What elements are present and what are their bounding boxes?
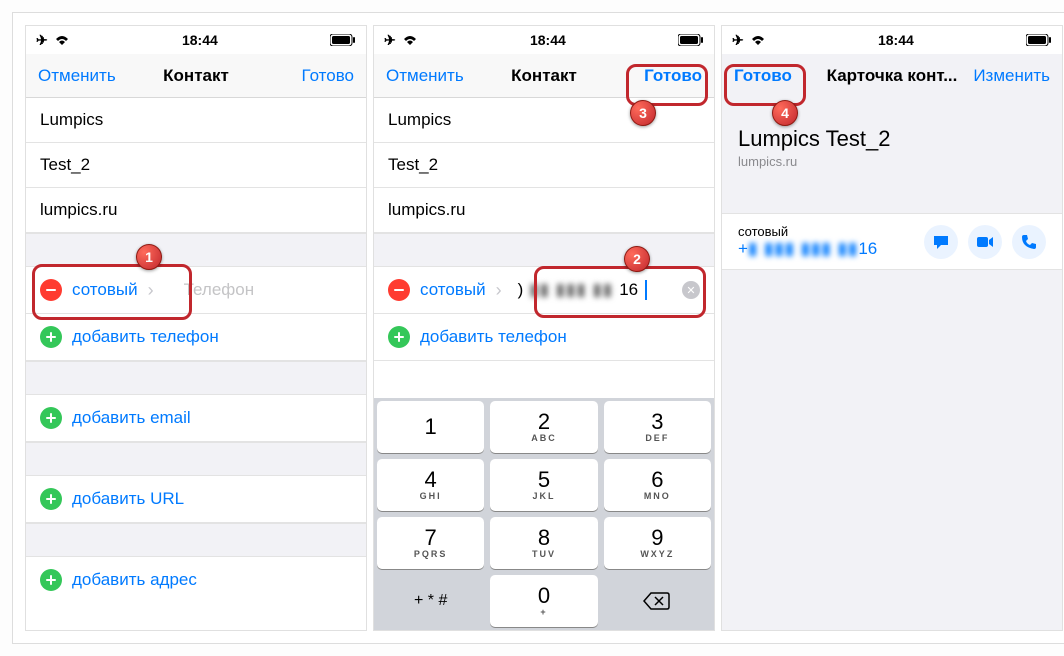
cancel-button[interactable]: Отменить	[38, 66, 128, 86]
key-7[interactable]: 7PQRS	[377, 517, 484, 569]
key-9[interactable]: 9WXYZ	[604, 517, 711, 569]
screen-1: ✈ 18:44 Отменить Контакт Готово Lumpics …	[25, 25, 367, 631]
add-icon[interactable]	[388, 326, 410, 348]
wifi-icon	[750, 34, 766, 46]
company-field[interactable]: lumpics.ru	[26, 188, 366, 233]
contact-company: lumpics.ru	[738, 154, 1046, 169]
last-name-field[interactable]: Test_2	[26, 143, 366, 188]
battery-icon	[330, 34, 356, 46]
clock: 18:44	[878, 32, 914, 48]
key-2[interactable]: 2ABC	[490, 401, 597, 453]
status-bar: ✈ 18:44	[26, 26, 366, 54]
first-name-field[interactable]: Lumpics	[26, 98, 366, 143]
screen-3: ✈ 18:44 Готово Карточка конт... Изменить…	[721, 25, 1063, 631]
add-icon[interactable]	[40, 407, 62, 429]
nav-bar: Отменить Контакт Готово	[26, 54, 366, 98]
call-button[interactable]	[1012, 225, 1046, 259]
last-name-field[interactable]: Test_2	[374, 143, 714, 188]
video-button[interactable]	[968, 225, 1002, 259]
annotation-badge-2: 2	[624, 246, 650, 272]
remove-icon[interactable]	[388, 279, 410, 301]
add-icon[interactable]	[40, 326, 62, 348]
annotation-badge-3: 3	[630, 100, 656, 126]
clock: 18:44	[182, 32, 218, 48]
wifi-icon	[54, 34, 70, 46]
phone-label[interactable]: сотовый	[72, 280, 138, 300]
airplane-icon: ✈	[732, 32, 744, 49]
add-email-row[interactable]: добавить email	[26, 395, 366, 442]
add-phone-row[interactable]: добавить телефон	[26, 314, 366, 361]
phone-input[interactable]: ) ▮▮ ▮▮▮ ▮▮ 16	[518, 280, 648, 300]
phone-type-row[interactable]: сотовый › Телефон	[26, 267, 366, 314]
key-4[interactable]: 4GHI	[377, 459, 484, 511]
remove-icon[interactable]	[40, 279, 62, 301]
clock: 18:44	[530, 32, 566, 48]
page-title: Контакт	[476, 66, 612, 86]
key-symbols[interactable]: + * #	[377, 575, 484, 627]
page-title: Контакт	[128, 66, 264, 86]
battery-icon	[1026, 34, 1052, 46]
add-url-row[interactable]: добавить URL	[26, 476, 366, 523]
screen-2: ✈ 18:44 Отменить Контакт Готово Lumpics …	[373, 25, 715, 631]
message-button[interactable]	[924, 225, 958, 259]
cancel-button[interactable]: Отменить	[386, 66, 476, 86]
phone-placeholder[interactable]: Телефон	[184, 280, 255, 300]
key-1[interactable]: 1	[377, 401, 484, 453]
key-0[interactable]: 0+	[490, 575, 597, 627]
done-button[interactable]: Готово	[612, 66, 702, 86]
phone-type-row[interactable]: сотовый › ) ▮▮ ▮▮▮ ▮▮ 16 ✕	[374, 267, 714, 314]
nav-bar: Отменить Контакт Готово	[374, 54, 714, 98]
phone-label[interactable]: сотовый	[420, 280, 486, 300]
key-8[interactable]: 8TUV	[490, 517, 597, 569]
chevron-right-icon: ›	[496, 280, 502, 301]
key-3[interactable]: 3DEF	[604, 401, 711, 453]
backspace-icon	[643, 591, 671, 611]
status-bar: ✈ 18:44	[374, 26, 714, 54]
numeric-keypad: 1 2ABC 3DEF 4GHI 5JKL 6MNO 7PQRS 8TUV 9W…	[374, 398, 714, 630]
battery-icon	[678, 34, 704, 46]
chevron-right-icon: ›	[148, 280, 154, 301]
annotation-badge-4: 4	[772, 100, 798, 126]
done-button[interactable]: Готово	[734, 66, 824, 86]
backspace-key[interactable]	[604, 575, 711, 627]
first-name-field[interactable]: Lumpics	[374, 98, 714, 143]
airplane-icon: ✈	[36, 32, 48, 49]
add-address-row[interactable]: добавить адрес	[26, 557, 366, 603]
edit-button[interactable]: Изменить	[960, 66, 1050, 86]
done-button[interactable]: Готово	[264, 66, 354, 86]
airplane-icon: ✈	[384, 32, 396, 49]
page-title: Карточка конт...	[824, 66, 960, 86]
company-field[interactable]: lumpics.ru	[374, 188, 714, 233]
key-6[interactable]: 6MNO	[604, 459, 711, 511]
add-icon[interactable]	[40, 488, 62, 510]
contact-name: Lumpics Test_2	[738, 126, 1046, 152]
wifi-icon	[402, 34, 418, 46]
annotation-badge-1: 1	[136, 244, 162, 270]
clear-icon[interactable]: ✕	[682, 281, 700, 299]
phone-row[interactable]: сотовый +▮ ▮▮▮ ▮▮▮ ▮▮16	[722, 213, 1062, 270]
add-phone-row[interactable]: добавить телефон	[374, 314, 714, 361]
add-icon[interactable]	[40, 569, 62, 591]
nav-bar: Готово Карточка конт... Изменить	[722, 54, 1062, 98]
key-5[interactable]: 5JKL	[490, 459, 597, 511]
status-bar: ✈ 18:44	[722, 26, 1062, 54]
